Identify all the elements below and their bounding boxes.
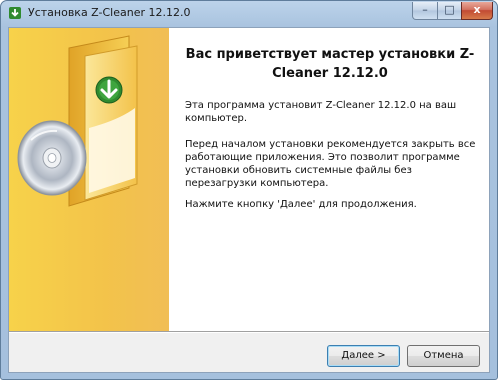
button-divider — [9, 331, 489, 333]
wizard-body: Вас приветствует мастер установки Z-Clea… — [8, 27, 490, 373]
software-box-icon — [17, 35, 138, 207]
wizard-side-panel — [9, 28, 169, 331]
close-button[interactable]: x — [461, 2, 493, 20]
continue-hint: Нажмите кнопку 'Далее' для продолжения. — [185, 199, 417, 210]
next-button[interactable]: Далее > — [327, 345, 400, 367]
cancel-button[interactable]: Отмена — [407, 345, 480, 367]
maximize-button[interactable]: □ — [437, 2, 462, 20]
installer-icon — [9, 7, 21, 19]
window-title: Установка Z-Cleaner 12.12.0 — [28, 6, 191, 19]
download-arrow-icon — [95, 76, 123, 104]
minimize-button[interactable]: – — [412, 2, 438, 20]
close-apps-paragraph: Перед началом установки рекомендуется за… — [185, 139, 476, 189]
installer-window: Установка Z-Cleaner 12.12.0 – □ x Вас пр… — [0, 0, 498, 380]
wizard-content: Вас приветствует мастер установки Z-Clea… — [169, 28, 489, 331]
welcome-heading: Вас приветствует мастер установки Z-Clea… — [185, 47, 475, 81]
cd-disc-icon — [17, 120, 87, 196]
intro-paragraph: Эта программа установит Z-Cleaner 12.12.… — [185, 100, 457, 124]
title-bar[interactable]: Установка Z-Cleaner 12.12.0 – □ x — [1, 1, 497, 27]
